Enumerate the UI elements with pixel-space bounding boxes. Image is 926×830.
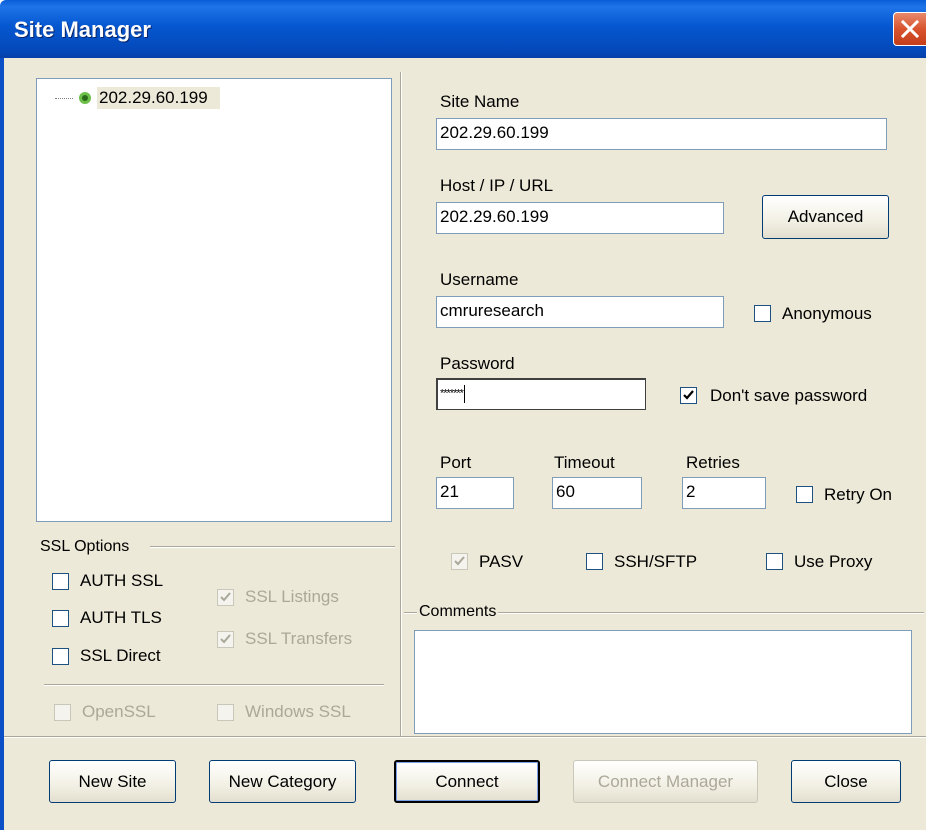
anonymous-checkbox[interactable] bbox=[754, 305, 771, 322]
dont-save-password-checkbox[interactable] bbox=[680, 387, 697, 404]
anonymous-label: Anonymous bbox=[782, 304, 872, 323]
pasv-label: PASV bbox=[479, 552, 524, 571]
connect-button[interactable]: Connect bbox=[394, 760, 540, 803]
auth-tls-label: AUTH TLS bbox=[80, 608, 162, 627]
port-input[interactable]: 21 bbox=[436, 477, 514, 509]
check-icon bbox=[220, 592, 231, 602]
password-label: Password bbox=[440, 354, 515, 373]
openssl-label: OpenSSL bbox=[82, 702, 156, 721]
site-name-label: Site Name bbox=[440, 92, 520, 111]
window-close-button[interactable] bbox=[893, 12, 926, 46]
password-value: ******* bbox=[440, 387, 464, 400]
new-category-button[interactable]: New Category bbox=[209, 760, 356, 803]
window-title: Site Manager bbox=[14, 17, 151, 42]
host-label: Host / IP / URL bbox=[440, 176, 554, 195]
username-input[interactable]: cmruresearch bbox=[436, 296, 724, 328]
ssl-direct-label: SSL Direct bbox=[80, 646, 161, 665]
use-proxy-checkbox[interactable] bbox=[766, 553, 783, 570]
site-tree[interactable]: 202.29.60.199 bbox=[36, 78, 392, 522]
tree-item-site[interactable]: 202.29.60.199 bbox=[97, 87, 220, 109]
use-proxy-label: Use Proxy bbox=[794, 552, 873, 571]
ssh-sftp-label: SSH/SFTP bbox=[614, 552, 698, 571]
port-label: Port bbox=[440, 453, 472, 472]
title-bar[interactable]: Site Manager bbox=[0, 0, 926, 58]
advanced-button[interactable]: Advanced bbox=[762, 195, 889, 239]
check-icon bbox=[683, 390, 694, 400]
ssh-sftp-checkbox[interactable] bbox=[586, 553, 603, 570]
timeout-label: Timeout bbox=[554, 453, 615, 472]
pane-divider bbox=[400, 72, 401, 736]
text-caret bbox=[463, 384, 465, 403]
password-input[interactable]: ******* bbox=[436, 378, 646, 410]
retry-on-checkbox[interactable] bbox=[796, 486, 813, 503]
username-label: Username bbox=[440, 270, 519, 289]
comments-label: Comments bbox=[417, 603, 499, 621]
pasv-checkbox[interactable] bbox=[451, 553, 468, 570]
close-button[interactable]: Close bbox=[791, 760, 901, 803]
host-input[interactable]: 202.29.60.199 bbox=[436, 202, 724, 234]
ssl-listings-label: SSL Listings bbox=[245, 587, 339, 606]
ssl-options-label: SSL Options bbox=[38, 538, 132, 556]
auth-ssl-label: AUTH SSL bbox=[80, 571, 164, 590]
openssl-checkbox[interactable] bbox=[54, 704, 71, 721]
ssl-listings-checkbox[interactable] bbox=[217, 589, 234, 606]
connect-manager-button[interactable]: Connect Manager bbox=[573, 760, 758, 803]
retries-input[interactable]: 2 bbox=[682, 477, 766, 509]
close-icon bbox=[900, 19, 920, 39]
retry-on-label: Retry On bbox=[824, 485, 893, 504]
windows-ssl-checkbox[interactable] bbox=[217, 704, 234, 721]
dont-save-password-label: Don't save password bbox=[710, 386, 868, 405]
ssl-divider bbox=[44, 684, 384, 685]
auth-ssl-checkbox[interactable] bbox=[52, 573, 69, 590]
site-name-input[interactable]: 202.29.60.199 bbox=[436, 118, 887, 150]
buttons-divider bbox=[4, 736, 926, 737]
retries-label: Retries bbox=[686, 453, 740, 472]
tree-connector bbox=[55, 98, 73, 99]
ssl-group-line bbox=[150, 546, 395, 547]
ssl-direct-checkbox[interactable] bbox=[52, 648, 69, 665]
auth-tls-checkbox[interactable] bbox=[52, 610, 69, 627]
ssl-transfers-checkbox[interactable] bbox=[217, 631, 234, 648]
ssl-transfers-label: SSL Transfers bbox=[245, 629, 353, 648]
check-icon bbox=[220, 634, 231, 644]
new-site-button[interactable]: New Site bbox=[49, 760, 176, 803]
check-icon bbox=[454, 556, 465, 566]
timeout-input[interactable]: 60 bbox=[552, 477, 642, 509]
comments-textarea[interactable] bbox=[414, 630, 912, 734]
windows-ssl-label: Windows SSL bbox=[245, 702, 351, 721]
site-node-icon bbox=[79, 92, 91, 104]
